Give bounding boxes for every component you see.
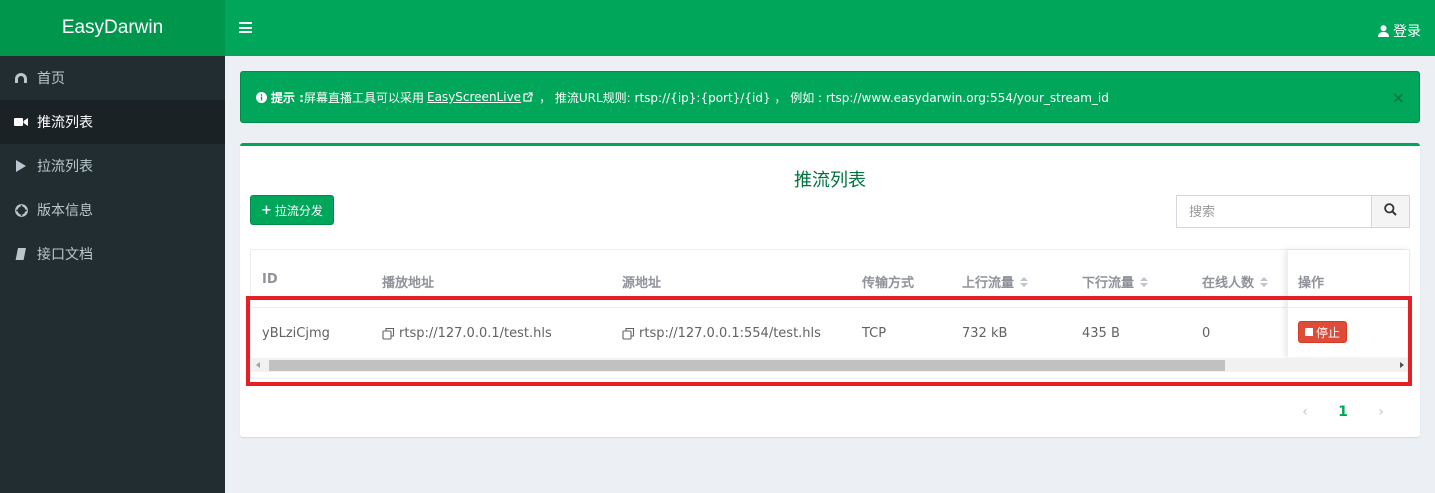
add-button-label: 拉流分发: [274, 203, 323, 218]
stream-table: ID 播放地址 源地址 传输方式 上行流量 下行流量 在线人数 yBLziCjm…: [250, 249, 1410, 379]
menu-toggle-icon[interactable]: [239, 22, 252, 33]
sidebar-item-label: 推流列表: [37, 115, 93, 131]
column-header-play-url: 播放地址: [382, 276, 435, 291]
header-divider: [1288, 307, 1409, 308]
copy-icon[interactable]: [622, 327, 635, 340]
app-logo[interactable]: EasyDarwin: [0, 0, 225, 56]
page-number-1[interactable]: 1: [1324, 404, 1362, 420]
pagination: ‹ 1 ›: [1286, 404, 1400, 420]
alert-rule-text: ， 推流URL规则: rtsp://{ip}:{port}/{id} ， 例如 …: [539, 90, 1109, 105]
sidebar-item-label: 首页: [37, 71, 65, 87]
pull-distribute-button[interactable]: + 拉流分发: [250, 195, 334, 225]
stop-button[interactable]: 停止: [1298, 321, 1348, 343]
search-group: [1176, 195, 1410, 228]
scrollbar-thumb[interactable]: [269, 360, 1225, 371]
sort-icon[interactable]: [1260, 276, 1269, 287]
external-link-icon: [523, 92, 533, 102]
horizontal-scrollbar[interactable]: [251, 358, 1409, 372]
stop-icon: [1305, 328, 1313, 336]
search-input[interactable]: [1177, 196, 1371, 227]
stop-button-label: 停止: [1316, 325, 1341, 340]
sort-icon[interactable]: [1140, 276, 1149, 287]
scroll-left-icon[interactable]: [256, 362, 260, 368]
column-header-upload[interactable]: 上行流量: [962, 272, 1029, 291]
user-icon: [1378, 25, 1389, 37]
sidebar-item-api-docs[interactable]: 接口文档: [0, 232, 225, 276]
info-alert: 提示 : 屏幕直播工具可以采用 EasyScreenLive ， 推流URL规则…: [240, 71, 1420, 123]
sidebar-item-home[interactable]: 首页: [0, 56, 225, 100]
top-navbar: 登录: [225, 0, 1435, 56]
push-list-panel: 推流列表 + 拉流分发 ID 播放地址 源地址 传输方式 上行流量 下行流量 在…: [240, 143, 1420, 437]
life-ring-icon: [12, 203, 30, 217]
next-page-button[interactable]: ›: [1362, 404, 1400, 420]
info-circle-icon: [256, 91, 267, 103]
login-button[interactable]: 登录: [1378, 21, 1421, 41]
sidebar-item-label: 版本信息: [37, 203, 93, 219]
close-icon[interactable]: ×: [1392, 88, 1405, 107]
header-divider: [251, 307, 1409, 308]
cell-source-url[interactable]: rtsp://127.0.0.1:554/test.hls: [622, 326, 821, 341]
dashboard-icon: [12, 72, 30, 84]
sidebar: EasyDarwin 首页 推流列表 拉流列表 版本信息 接口文档: [0, 0, 225, 493]
copy-icon[interactable]: [382, 327, 395, 340]
prev-page-button[interactable]: ‹: [1286, 404, 1324, 420]
column-header-label: 下行流量: [1082, 276, 1135, 291]
play-url-text: rtsp://127.0.0.1/test.hls: [399, 326, 552, 341]
cell-download: 435 B: [1082, 326, 1120, 341]
cell-online: 0: [1202, 326, 1211, 341]
fixed-action-column: 操作 停止: [1287, 250, 1409, 357]
easyscreenlive-link[interactable]: EasyScreenLive: [427, 90, 521, 104]
cell-transport: TCP: [862, 326, 887, 341]
sort-icon[interactable]: [1020, 276, 1029, 287]
column-header-download[interactable]: 下行流量: [1082, 272, 1149, 291]
column-header-action: 操作: [1298, 276, 1325, 291]
column-header-id: ID: [262, 272, 278, 287]
column-header-online[interactable]: 在线人数: [1202, 272, 1269, 291]
sidebar-item-pull-list[interactable]: 拉流列表: [0, 144, 225, 188]
play-icon: [12, 160, 30, 172]
cell-play-url[interactable]: rtsp://127.0.0.1/test.hls: [382, 326, 552, 341]
sidebar-item-version[interactable]: 版本信息: [0, 188, 225, 232]
page-title: 推流列表: [794, 170, 866, 191]
search-icon: [1384, 203, 1397, 220]
sidebar-item-label: 拉流列表: [37, 159, 93, 175]
sidebar-item-push-list[interactable]: 推流列表: [0, 100, 225, 144]
column-header-source-url: 源地址: [622, 276, 662, 291]
source-url-text: rtsp://127.0.0.1:554/test.hls: [639, 326, 821, 341]
column-header-label: 上行流量: [962, 276, 1015, 291]
cell-upload: 732 kB: [962, 326, 1008, 341]
column-header-transport: 传输方式: [862, 276, 915, 291]
cell-id: yBLziCjmg: [262, 326, 330, 341]
book-icon: [12, 248, 30, 260]
alert-text: 屏幕直播工具可以采用: [303, 90, 424, 105]
column-header-label: 在线人数: [1202, 276, 1255, 291]
scroll-right-icon[interactable]: [1400, 362, 1404, 368]
sidebar-item-label: 接口文档: [37, 247, 93, 263]
login-label: 登录: [1393, 24, 1421, 40]
video-camera-icon: [12, 117, 30, 127]
search-button[interactable]: [1371, 196, 1409, 227]
alert-prefix: 提示 :: [271, 90, 304, 105]
plus-icon: +: [261, 202, 272, 218]
